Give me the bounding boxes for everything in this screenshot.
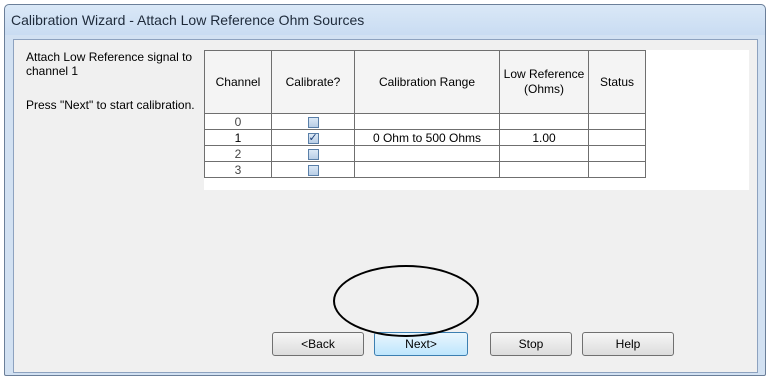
channel-grid-area: Channel Calibrate? Calibration Range Low… bbox=[204, 50, 749, 190]
calibration-range-cell[interactable] bbox=[354, 113, 500, 130]
calibrate-checkbox[interactable] bbox=[307, 148, 319, 160]
window-title: Calibration Wizard - Attach Low Referenc… bbox=[11, 12, 365, 28]
low-reference-cell[interactable] bbox=[499, 145, 589, 162]
column-header-low-reference: Low Reference (Ohms) bbox=[499, 50, 589, 114]
press-next-instruction-text: Press "Next" to start calibration. bbox=[26, 98, 195, 112]
stop-button[interactable]: Stop bbox=[490, 332, 572, 356]
calibration-range-cell[interactable] bbox=[354, 161, 500, 178]
column-header-channel: Channel bbox=[204, 50, 272, 114]
channel-cell: 2 bbox=[204, 145, 272, 162]
status-cell bbox=[588, 129, 646, 146]
column-header-status: Status bbox=[588, 50, 646, 114]
low-reference-cell[interactable] bbox=[499, 113, 589, 130]
attach-instruction-text: Attach Low Reference signal to channel 1 bbox=[26, 50, 193, 78]
status-cell bbox=[588, 145, 646, 162]
calibration-wizard-window: Calibration Wizard - Attach Low Referenc… bbox=[4, 4, 766, 376]
calibrate-cell bbox=[271, 161, 355, 178]
channel-cell: 0 bbox=[204, 113, 272, 130]
calibration-range-cell[interactable] bbox=[354, 145, 500, 162]
status-cell bbox=[588, 113, 646, 130]
table-row[interactable]: 2 bbox=[204, 145, 646, 162]
title-bar[interactable]: Calibration Wizard - Attach Low Referenc… bbox=[5, 5, 765, 35]
channel-table: Channel Calibrate? Calibration Range Low… bbox=[204, 50, 646, 178]
calibrate-cell bbox=[271, 129, 355, 146]
table-row[interactable]: 3 bbox=[204, 161, 646, 178]
status-cell bbox=[588, 161, 646, 178]
help-button[interactable]: Help bbox=[582, 332, 674, 356]
column-header-calibrate: Calibrate? bbox=[271, 50, 355, 114]
wizard-client-area: Attach Low Reference signal to channel 1… bbox=[13, 39, 758, 373]
next-button[interactable]: Next> bbox=[374, 332, 468, 356]
calibrate-cell bbox=[271, 145, 355, 162]
calibration-range-cell[interactable]: 0 Ohm to 500 Ohms bbox=[354, 129, 500, 146]
calibrate-cell bbox=[271, 113, 355, 130]
calibrate-checkbox[interactable] bbox=[307, 131, 319, 145]
calibrate-checkbox[interactable] bbox=[307, 164, 319, 176]
instructions-panel: Attach Low Reference signal to channel 1… bbox=[26, 50, 201, 112]
low-reference-cell[interactable] bbox=[499, 161, 589, 178]
table-row[interactable]: 1 0 Ohm to 500 Ohms 1.00 bbox=[204, 129, 646, 146]
table-row[interactable]: 0 bbox=[204, 113, 646, 130]
channel-cell: 1 bbox=[204, 129, 272, 146]
channel-cell: 3 bbox=[204, 161, 272, 178]
back-button[interactable]: <Back bbox=[272, 332, 364, 356]
table-header-row: Channel Calibrate? Calibration Range Low… bbox=[204, 50, 646, 114]
column-header-calibration-range: Calibration Range bbox=[354, 50, 500, 114]
calibrate-checkbox[interactable] bbox=[307, 116, 319, 128]
low-reference-cell[interactable]: 1.00 bbox=[499, 129, 589, 146]
